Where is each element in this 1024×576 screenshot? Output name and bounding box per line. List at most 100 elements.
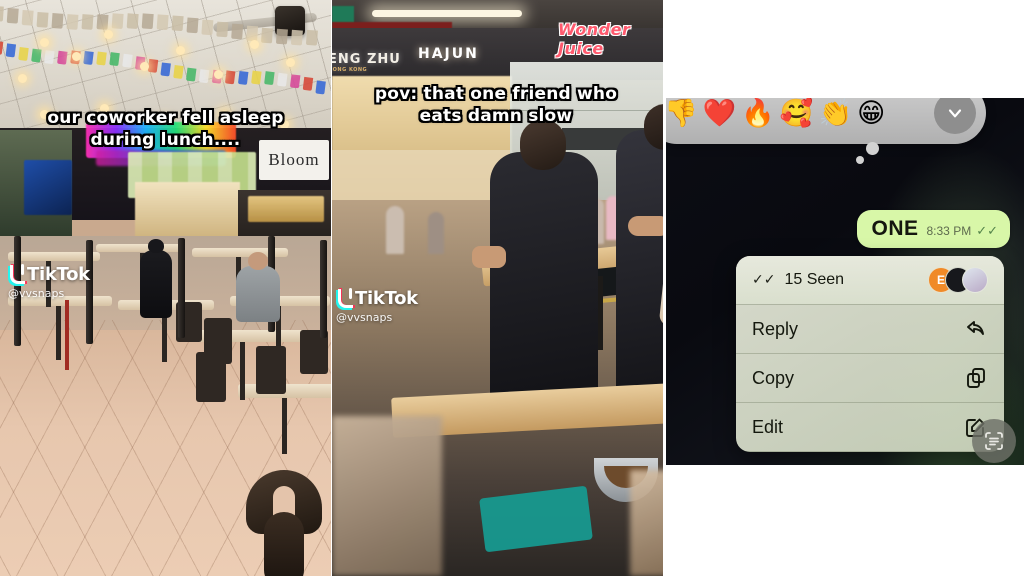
stall-sign-wonder-juice: Wonder Juice: [558, 20, 631, 58]
stall-window: [135, 182, 240, 244]
bunting-flag: [251, 70, 262, 85]
bunting-flag: [173, 64, 184, 79]
bunting-flag: [216, 21, 229, 38]
standing-person-left-head: [520, 120, 566, 170]
video-caption-middle: pov: that one friend who eats damn slow: [336, 84, 656, 128]
bunting-flag: [96, 13, 109, 30]
background-shopper: [386, 206, 404, 254]
ceiling-light: [72, 52, 81, 61]
bunting-flag: [0, 5, 4, 22]
chevron-down-icon[interactable]: [934, 98, 976, 134]
clapping-hands-emoji[interactable]: 👏: [819, 100, 853, 127]
dining-table: [96, 244, 182, 252]
menu-item-copy[interactable]: Copy: [736, 354, 1004, 402]
bunting-flag: [96, 51, 107, 66]
bunting-flag: [36, 11, 49, 28]
video-panel-right-phone[interactable]: 👎 ❤️ 🔥 🥰 👏 😁 ONE 8:33 PM ✓✓ ✓✓ 15 Seen E: [666, 98, 1024, 465]
bunting-flag: [231, 23, 244, 40]
tiktok-handle: @vvsnaps: [336, 311, 393, 324]
video-caption-left: our coworker fell asleep during lunch...…: [10, 108, 321, 152]
foreground-blur-left: [332, 416, 442, 576]
bunting-flag: [290, 29, 303, 46]
ceiling-light: [18, 74, 27, 83]
bloom-shop-sign-text: Bloom: [268, 150, 320, 169]
double-check-icon: ✓✓: [976, 224, 998, 239]
bunting-flag: [185, 67, 197, 82]
bunting-flag: [305, 29, 318, 46]
ceiling-light: [40, 38, 49, 47]
message-bubble[interactable]: ONE 8:33 PM ✓✓: [857, 210, 1010, 248]
bunting-flag: [18, 46, 29, 61]
emoji-reaction-bar[interactable]: 👎 ❤️ 🔥 🥰 👏 😁: [666, 98, 986, 144]
menu-divider: [736, 451, 1004, 452]
tiktok-note-icon: [336, 287, 355, 310]
bunting-flag: [201, 19, 214, 35]
foreground-blur-right: [630, 470, 663, 576]
bunting-flag: [81, 13, 94, 30]
caption-line-2: during lunch....: [90, 129, 241, 150]
standing-person-right: [616, 130, 663, 390]
chair: [256, 346, 286, 394]
tiktok-watermark-left: TikTok @vvsnaps: [8, 263, 90, 300]
bunting-flag: [83, 50, 94, 65]
table-leg: [56, 306, 61, 360]
bunting-flag: [315, 80, 326, 95]
tiktok-note-icon: [8, 263, 27, 286]
bunting-flag: [186, 17, 199, 33]
bunting-flag: [122, 53, 133, 68]
menu-item-reply[interactable]: Reply: [736, 305, 1004, 353]
stall-sign-eng-zhu-text: ENG ZHU: [332, 52, 401, 67]
ceiling-light: [250, 40, 259, 49]
tiktok-wordmark: TikTok: [27, 264, 90, 285]
video-panel-left[interactable]: Bloom our coworker fell asleep during lu…: [0, 0, 331, 576]
seated-person-dark: [140, 239, 172, 318]
bunting-flag: [246, 25, 259, 42]
double-check-icon: ✓✓: [752, 272, 776, 288]
ceiling-light: [104, 30, 113, 39]
wall-screen: [24, 160, 72, 215]
bubble-tail-dot-large: [866, 142, 879, 155]
tiktok-handle: @vvsnaps: [8, 287, 65, 300]
standing-person-left: [490, 152, 598, 402]
video-panel-middle[interactable]: ENG ZHU HONG KONG HAJUN Wonder Juice: [332, 0, 663, 576]
table-leg: [240, 342, 245, 400]
caption-line-1: our coworker fell asleep: [47, 108, 284, 128]
grinning-face-emoji[interactable]: 😁: [857, 100, 885, 127]
counter-display-light: [248, 196, 324, 222]
stall-sign-eng-zhu-sub: HONG KONG: [332, 67, 368, 73]
message-context-menu[interactable]: ✓✓ 15 Seen E Reply Copy Edit: [736, 256, 1004, 452]
ceiling-light: [176, 46, 185, 55]
red-heart-emoji[interactable]: ❤️: [703, 100, 737, 127]
bunting-flag: [171, 15, 184, 32]
thumbs-down-emoji[interactable]: 👎: [666, 100, 698, 127]
message-time: 8:33 PM: [926, 224, 972, 238]
live-text-scan-icon[interactable]: [972, 419, 1016, 463]
bunting-flag: [126, 13, 139, 30]
screenshot-stage: Bloom our coworker fell asleep during lu…: [0, 0, 1024, 576]
bunting-flag: [147, 59, 159, 74]
bunting-flag: [44, 49, 55, 64]
seen-count-label: 15 Seen: [784, 271, 845, 288]
message-text: ONE: [871, 217, 919, 240]
smiling-face-with-hearts-emoji[interactable]: 🥰: [780, 100, 814, 127]
tiktok-wordmark: TikTok: [355, 288, 418, 309]
menu-item-label: Reply: [752, 318, 799, 339]
bunting-flag: [275, 28, 288, 45]
support-pole: [178, 238, 185, 338]
table-leg: [282, 398, 287, 454]
stall-sign-hajun: HAJUN: [418, 46, 479, 62]
bunting-flag: [51, 13, 64, 29]
seen-row[interactable]: ✓✓ 15 Seen E: [736, 256, 1004, 304]
menu-item-edit[interactable]: Edit: [736, 403, 1004, 451]
ceiling-light: [214, 70, 223, 79]
bunting-flag: [66, 13, 79, 30]
strip-light: [372, 10, 522, 17]
fire-emoji[interactable]: 🔥: [741, 100, 775, 127]
chair: [196, 352, 226, 402]
avatar-stack[interactable]: E: [928, 267, 990, 293]
reply-arrow-icon: [964, 317, 988, 341]
avatar: [962, 267, 988, 293]
ceiling-light: [140, 62, 149, 71]
bunting-flag: [141, 13, 154, 30]
caption-line-1: pov: that one friend who: [374, 84, 618, 104]
